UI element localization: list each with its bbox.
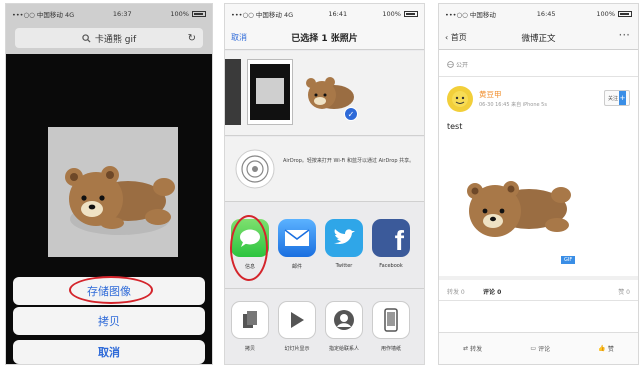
carrier-label: •••○○ 中国移动 4G: [231, 11, 294, 19]
carrier-label: •••○○ 中国移动: [445, 11, 496, 19]
comment-icon: ▭: [530, 345, 537, 352]
clock: 16:41: [328, 10, 348, 18]
globe-icon: [447, 61, 454, 68]
nav-bar: 取消 已选择 1 张照片: [225, 24, 424, 50]
teddy-bear-image: [65, 166, 175, 235]
post-text: test: [447, 122, 463, 131]
photo-thumbnail[interactable]: [225, 59, 241, 125]
share-app-twitter[interactable]: Twitter: [325, 219, 363, 270]
page-title: 微博正文: [521, 34, 556, 44]
facebook-icon: f: [372, 219, 410, 257]
clock: 16:37: [112, 10, 132, 18]
visibility-row: 公开: [447, 60, 468, 69]
status-bar: •••○○ 中国移动 16:45 100%: [439, 4, 638, 24]
status-bar: •••○○ 中国移动 4G 16:41 100%: [225, 4, 424, 24]
action-row: 拷贝 幻灯片显示 指定给联系人 用作墙纸: [225, 301, 424, 352]
cancel-button[interactable]: 取消: [13, 340, 205, 364]
like-button[interactable]: 👍 赞: [598, 344, 614, 353]
divider: [439, 76, 638, 77]
action-slideshow[interactable]: 幻灯片显示: [278, 301, 316, 352]
mail-icon: [284, 229, 310, 246]
carrier-label: •••○○ 中国移动 4G: [12, 11, 75, 19]
page-title: 已选择 1 张照片: [291, 34, 358, 44]
share-app-label: 邮件: [291, 264, 302, 270]
screenshot-share-sheet: •••○○ 中国移动 4G 16:41 100% 取消 已选择 1 张照片 ✓: [224, 3, 425, 365]
address-field[interactable]: 卡通熊 gif: [15, 28, 203, 48]
follow-button[interactable]: 关注 +: [604, 90, 630, 106]
action-label: 幻灯片显示: [284, 346, 310, 352]
cartoon-avatar-icon: [452, 91, 468, 107]
battery-percent: 100%: [382, 10, 401, 18]
post-meta: 06-30 16:45 来自 iPhone 5s: [479, 102, 547, 108]
avatar[interactable]: [447, 86, 473, 112]
repost-button[interactable]: ⇄ 转发: [463, 344, 482, 353]
action-copy[interactable]: 拷贝: [231, 301, 269, 352]
play-icon: [291, 312, 304, 328]
copy-button[interactable]: 拷贝: [13, 307, 205, 335]
share-app-facebook[interactable]: f Facebook: [372, 219, 410, 270]
like-label: 赞: [607, 346, 614, 353]
action-label: 用作墙纸: [380, 346, 401, 352]
highlight-ring: [230, 215, 268, 281]
more-icon[interactable]: ···: [619, 28, 630, 42]
search-icon: [82, 33, 91, 43]
visibility-label: 公开: [456, 62, 469, 69]
twitter-icon: [334, 229, 355, 244]
screenshot-safari-save-image: •••○○ 中国移动 4G 16:37 100% 卡通熊 gif ↻ 存储图像 …: [5, 3, 213, 365]
battery-icon: [403, 11, 418, 17]
tab-comment[interactable]: 评论 0: [483, 287, 501, 296]
photo-thumbnail[interactable]: [247, 59, 293, 125]
follow-label: 关注: [607, 95, 618, 102]
battery-icon: [618, 11, 632, 17]
thumbs-up-icon: 👍: [598, 345, 606, 352]
action-assign-contact[interactable]: 指定给联系人: [325, 301, 363, 352]
author-name[interactable]: 黄豆甲: [479, 89, 502, 100]
airdrop-section[interactable]: AirDrop。轻按来打开 Wi-Fi 和蓝牙以通过 AirDrop 共享。: [225, 137, 424, 202]
bottom-toolbar: ⇄ 转发 ▭ 评论 👍 赞: [439, 332, 638, 364]
teddy-bear-image: [467, 181, 571, 237]
clock: 16:45: [536, 10, 556, 18]
action-label: 指定给联系人: [328, 346, 359, 352]
tab-repost[interactable]: 转发 0: [447, 287, 465, 296]
action-label: 拷贝: [244, 346, 255, 352]
screenshot-weibo-post: •••○○ 中国移动 16:45 100% ‹ 首页 微博正文 ··· 公开 黄…: [438, 3, 639, 365]
gif-image[interactable]: [48, 127, 178, 257]
highlight-ring: [69, 276, 153, 304]
gif-badge: GIF: [561, 256, 576, 264]
tab-like[interactable]: 赞 0: [618, 287, 630, 296]
action-wallpaper[interactable]: 用作墙纸: [372, 301, 410, 352]
status-bar: •••○○ 中国移动 4G 16:37 100%: [6, 4, 212, 24]
comment-label: 评论: [538, 346, 551, 353]
contact-icon: [334, 310, 354, 330]
nav-bar: ‹ 首页 微博正文 ···: [439, 24, 638, 50]
photo-strip: ✓: [225, 51, 424, 136]
wallpaper-icon: [384, 308, 398, 332]
comment-button[interactable]: ▭ 评论: [530, 344, 550, 353]
repost-icon: ⇄: [463, 345, 469, 352]
url-bar: 卡通熊 gif ↻: [6, 24, 212, 54]
battery-icon: [191, 11, 206, 17]
divider: [225, 288, 424, 289]
plus-icon: +: [619, 91, 626, 105]
airdrop-description: AirDrop。轻按来打开 Wi-Fi 和蓝牙以通过 AirDrop 共享。: [283, 158, 415, 164]
selected-photo[interactable]: ✓: [300, 61, 358, 121]
share-app-label: Twitter: [335, 263, 353, 269]
battery-percent: 100%: [596, 10, 615, 18]
share-app-label: Facebook: [379, 263, 403, 269]
reload-icon[interactable]: ↻: [188, 33, 196, 44]
divider: [439, 276, 638, 280]
post-gif[interactable]: [457, 159, 577, 259]
divider: [439, 300, 638, 301]
airdrop-icon: [235, 149, 275, 189]
url-text: 卡通熊 gif: [94, 34, 137, 45]
copy-icon: [243, 311, 257, 328]
battery-percent: 100%: [170, 10, 189, 18]
repost-label: 转发: [470, 346, 483, 353]
checkmark-icon: ✓: [344, 107, 358, 121]
share-app-mail[interactable]: 邮件: [278, 219, 316, 270]
